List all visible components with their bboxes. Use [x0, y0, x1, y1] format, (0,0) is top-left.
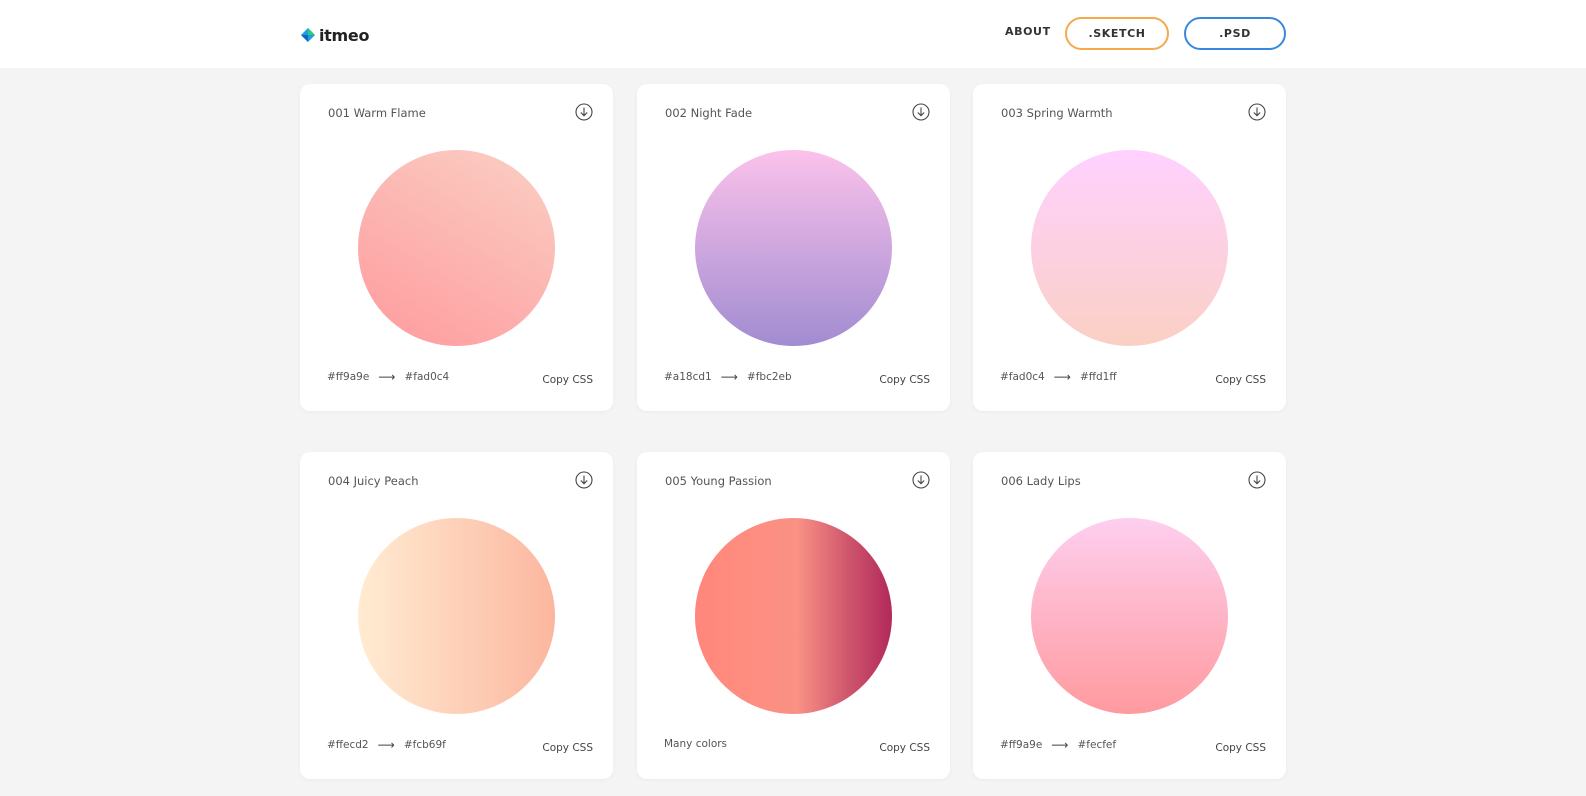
gradient-preview-circle — [358, 518, 555, 714]
gradient-card: 006 Lady Lips #ff9a9e ⟶ #fecfef Copy CSS — [973, 452, 1286, 779]
download-circle-icon[interactable] — [1248, 103, 1266, 121]
download-circle-icon[interactable] — [575, 471, 593, 489]
copy-css-button[interactable]: Copy CSS — [1215, 742, 1266, 754]
arrow-right-icon: ⟶ — [1053, 370, 1071, 384]
gradient-title: 003 Spring Warmth — [1001, 106, 1113, 120]
arrow-right-icon: ⟶ — [377, 738, 395, 752]
gradient-colors: #fad0c4 ⟶ #ffd1ff — [1000, 370, 1117, 384]
copy-css-button[interactable]: Copy CSS — [1215, 374, 1266, 386]
color-to: #ffd1ff — [1079, 371, 1117, 383]
gradient-colors: #ff9a9e ⟶ #fad0c4 — [327, 370, 449, 384]
gradient-card: 002 Night Fade #a18cd1 ⟶ #fbc2eb Copy CS… — [637, 84, 950, 411]
download-circle-icon[interactable] — [912, 103, 930, 121]
gradient-preview-circle — [1031, 150, 1228, 346]
psd-download-button[interactable]: .PSD — [1184, 17, 1286, 50]
arrow-right-icon: ⟶ — [378, 370, 396, 384]
gradient-card: 001 Warm Flame #ff9a9e ⟶ #fad0c4 Copy CS… — [300, 84, 613, 411]
gradient-title: 002 Night Fade — [665, 106, 753, 120]
gradient-title: 001 Warm Flame — [328, 106, 426, 120]
gradient-colors: #ff9a9e ⟶ #fecfef — [1000, 738, 1116, 752]
top-navigation-bar: itmeo ABOUT .SKETCH .PSD — [0, 0, 1586, 68]
arrow-right-icon: ⟶ — [1051, 738, 1069, 752]
color-from: #fad0c4 — [1000, 371, 1045, 383]
color-to: #fecfef — [1077, 739, 1117, 751]
gradient-card: 004 Juicy Peach #ffecd2 ⟶ #fcb69f Copy C… — [300, 452, 613, 779]
gradient-title: 004 Juicy Peach — [328, 474, 419, 488]
copy-css-button[interactable]: Copy CSS — [879, 374, 930, 386]
color-to: #fbc2eb — [746, 371, 792, 383]
gradient-preview-circle — [695, 150, 892, 346]
gradient-preview-circle — [695, 518, 892, 714]
gradient-card: 005 Young Passion Many colors Copy CSS — [637, 452, 950, 779]
download-circle-icon[interactable] — [912, 471, 930, 489]
gradient-card: 003 Spring Warmth #fad0c4 ⟶ #ffd1ff Copy… — [973, 84, 1286, 411]
gradient-colors: Many colors — [664, 738, 727, 750]
gradient-preview-circle — [358, 150, 555, 346]
gradient-preview-circle — [1031, 518, 1228, 714]
copy-css-button[interactable]: Copy CSS — [542, 374, 593, 386]
logo-text: itmeo — [319, 25, 370, 45]
gradient-title: 006 Lady Lips — [1001, 474, 1081, 488]
gradient-title: 005 Young Passion — [665, 474, 772, 488]
logo[interactable]: itmeo — [301, 24, 369, 46]
color-from: #ff9a9e — [327, 371, 370, 383]
download-circle-icon[interactable] — [575, 103, 593, 121]
sketch-download-button[interactable]: .SKETCH — [1065, 17, 1169, 50]
color-from: #ffecd2 — [327, 739, 369, 751]
copy-css-button[interactable]: Copy CSS — [879, 742, 930, 754]
many-colors-label: Many colors — [664, 738, 728, 750]
nav-about-link[interactable]: ABOUT — [1005, 25, 1051, 38]
color-to: #fad0c4 — [404, 371, 450, 383]
diamond-logo-icon — [301, 28, 315, 42]
gradient-colors: #a18cd1 ⟶ #fbc2eb — [664, 370, 792, 384]
color-from: #ff9a9e — [1000, 739, 1043, 751]
download-circle-icon[interactable] — [1248, 471, 1266, 489]
gradient-colors: #ffecd2 ⟶ #fcb69f — [327, 738, 446, 752]
color-to: #fcb69f — [403, 739, 446, 751]
arrow-right-icon: ⟶ — [720, 370, 738, 384]
color-from: #a18cd1 — [664, 371, 712, 383]
copy-css-button[interactable]: Copy CSS — [542, 742, 593, 754]
